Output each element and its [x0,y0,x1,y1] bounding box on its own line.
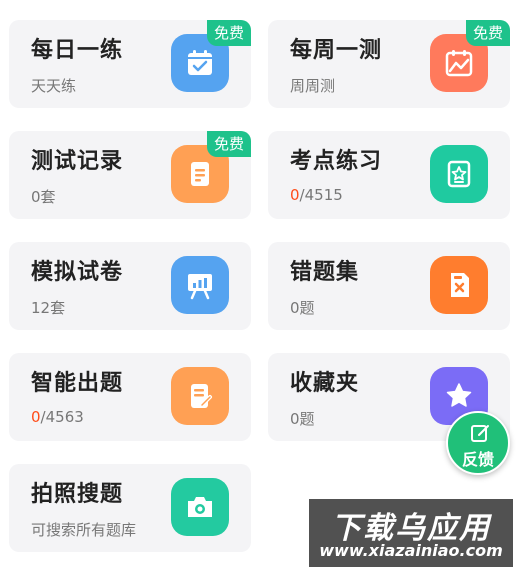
card-daily-practice[interactable]: 每日一练 天天练 免费 [9,20,251,108]
progress-done: 0 [31,408,41,426]
star-book-icon [430,145,488,203]
card-subtitle: 0/4563 [31,408,84,426]
card-subtitle: 0套 [31,188,56,206]
free-badge: 免费 [206,131,251,157]
card-title: 每日一练 [31,38,124,63]
free-badge: 免费 [465,20,510,46]
card-mock-exam[interactable]: 模拟试卷 12套 [9,242,251,330]
card-title: 错题集 [290,260,360,285]
card-title: 测试记录 [31,149,124,174]
card-wrong-questions[interactable]: 错题集 0题 [268,242,510,330]
error-file-icon [430,256,488,314]
card-subtitle: 12套 [31,299,66,317]
card-subtitle: 天天练 [31,77,77,95]
card-title: 每周一测 [290,38,383,63]
card-point-practice[interactable]: 考点练习 0/4515 [268,131,510,219]
feedback-button[interactable]: 反馈 [446,411,510,475]
card-photo-search[interactable]: 拍照搜题 可搜索所有题库 [9,464,251,552]
card-title: 模拟试卷 [31,260,124,285]
document-edit-icon [171,367,229,425]
progress-done: 0 [290,186,300,204]
card-title: 智能出题 [31,371,124,396]
card-weekly-test[interactable]: 每周一测 周周测 免费 [268,20,510,108]
card-subtitle: 周周测 [290,77,336,95]
watermark-url: www.xiazainiao.com [319,541,503,560]
card-test-records[interactable]: 测试记录 0套 免费 [9,131,251,219]
card-subtitle: 0题 [290,410,315,428]
progress-total: /4563 [40,408,84,426]
card-subtitle: 可搜索所有题库 [31,521,137,539]
card-title: 收藏夹 [290,371,360,396]
feedback-label: 反馈 [461,450,494,469]
card-title: 考点练习 [290,149,383,174]
card-subtitle: 0题 [290,299,315,317]
free-badge: 免费 [206,20,251,46]
progress-total: /4515 [299,186,343,204]
camera-icon [171,478,229,536]
card-subtitle: 0/4515 [290,186,343,204]
card-title: 拍照搜题 [31,482,124,507]
watermark: 下载乌应用 www.xiazainiao.com [309,499,513,567]
card-smart-questions[interactable]: 智能出题 0/4563 [9,353,251,441]
edit-icon [470,423,490,447]
presentation-board-icon [171,256,229,314]
